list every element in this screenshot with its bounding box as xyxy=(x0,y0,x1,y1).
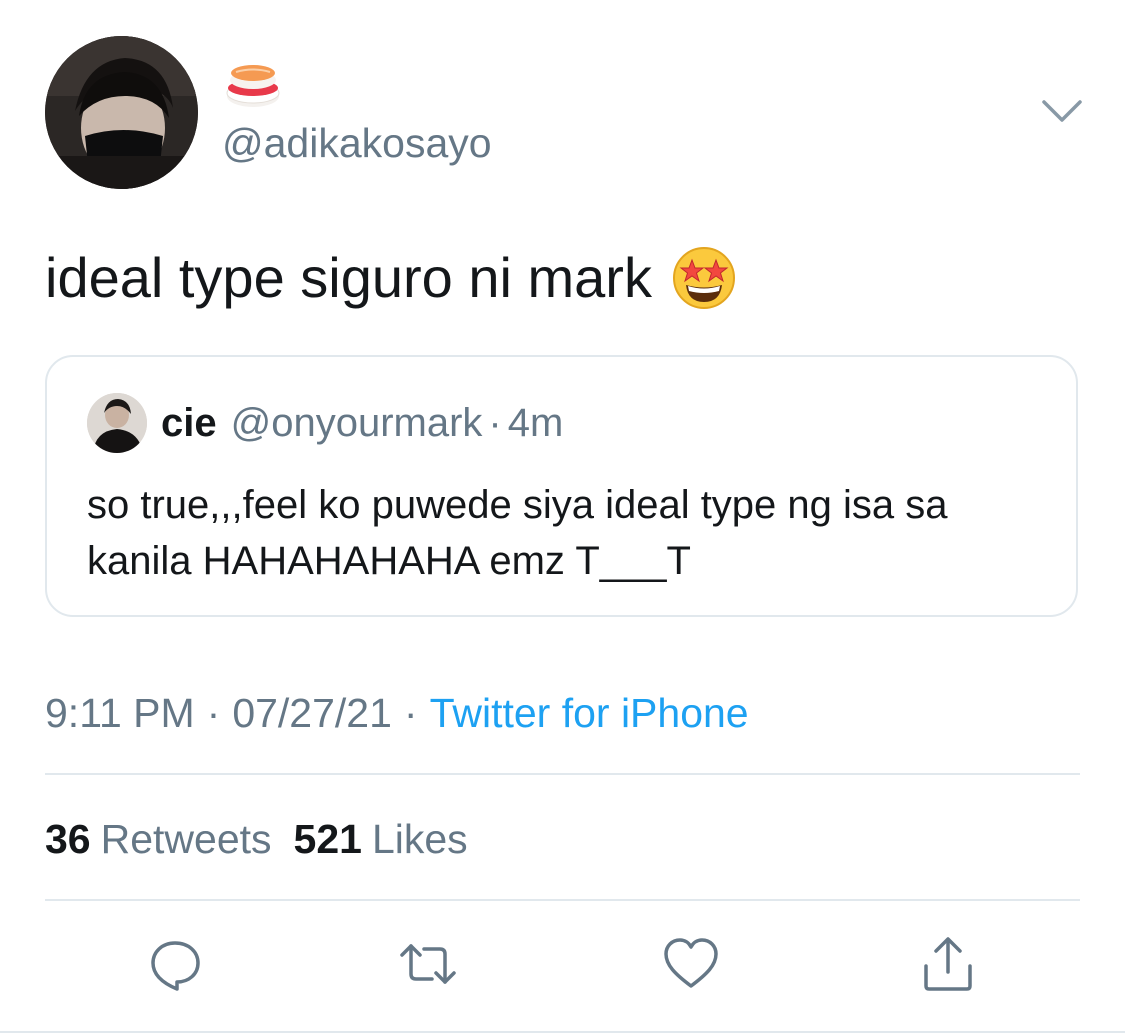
retweets-label: Retweets xyxy=(100,816,272,862)
quoted-author-name[interactable]: cie xyxy=(161,401,217,445)
tweet-text: ideal type siguro ni mark xyxy=(45,244,736,312)
reply-icon[interactable] xyxy=(145,934,205,994)
tweet-meta: 9:11 PM · 07/27/21 · Twitter for iPhone xyxy=(45,690,749,736)
retweets-stat[interactable]: 36 Retweets xyxy=(45,816,272,862)
retweets-count: 36 xyxy=(45,816,91,862)
author-avatar[interactable] xyxy=(45,36,198,189)
likes-stat[interactable]: 521 Likes xyxy=(294,816,468,862)
quoted-tweet-text: so true,,,feel ko puwede siya ideal type… xyxy=(87,483,948,583)
like-icon[interactable] xyxy=(661,934,721,994)
quoted-tweet-header: cie @onyourmark · 4m xyxy=(161,401,563,445)
tweet-stats: 36 Retweets 521 Likes xyxy=(45,816,468,862)
retweet-icon[interactable] xyxy=(398,934,458,994)
quoted-separator: · xyxy=(488,401,502,445)
tweet-time[interactable]: 9:11 PM xyxy=(45,690,195,736)
likes-count: 521 xyxy=(293,816,362,862)
tweet-text-content: ideal type siguro ni mark xyxy=(45,246,652,309)
tweet-date[interactable]: 07/27/21 xyxy=(232,690,392,736)
chevron-down-icon[interactable] xyxy=(1040,96,1084,126)
meta-separator: · xyxy=(403,690,418,736)
quoted-timestamp[interactable]: 4m xyxy=(508,401,564,445)
divider xyxy=(45,899,1080,901)
quoted-tweet-card[interactable]: cie @onyourmark · 4m so true,,,feel ko puwe… xyxy=(45,355,1078,617)
author-handle[interactable]: @adikakosayo xyxy=(222,120,492,166)
likes-label: Likes xyxy=(371,816,468,862)
share-icon[interactable] xyxy=(918,934,978,994)
tweet-source-link[interactable]: Twitter for iPhone xyxy=(430,690,749,736)
divider xyxy=(45,773,1080,775)
quoted-author-avatar[interactable] xyxy=(87,393,147,453)
display-name-sushi-emoji xyxy=(222,58,284,110)
star-struck-emoji-icon xyxy=(672,246,736,310)
meta-separator: · xyxy=(206,690,221,736)
quoted-author-handle[interactable]: @onyourmark xyxy=(231,401,483,445)
